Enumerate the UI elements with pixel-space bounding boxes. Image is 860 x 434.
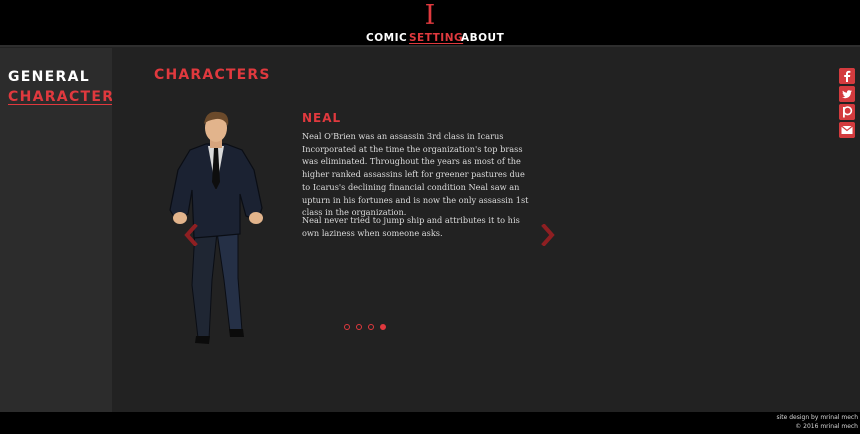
footer: site design by mrinal mech © 2016 mrinal… — [0, 412, 860, 434]
main-content: Characters Neal Neal O'Brien was an assa… — [112, 48, 834, 412]
nav-setting[interactable]: Setting — [409, 32, 463, 44]
sidebar-item-characters[interactable]: Characters — [8, 88, 126, 106]
prev-arrow-icon[interactable] — [184, 224, 198, 246]
copyright: © 2016 mrinal mech — [795, 423, 858, 430]
sidebar: General Characters — [0, 48, 124, 412]
site-logo[interactable]: I — [421, 2, 439, 30]
main-nav: Comic Setting About — [0, 32, 860, 44]
patreon-icon[interactable] — [839, 104, 855, 120]
carousel-dot[interactable] — [356, 324, 362, 330]
twitter-icon[interactable] — [839, 86, 855, 102]
facebook-icon[interactable] — [839, 68, 855, 84]
mail-icon[interactable] — [839, 122, 855, 138]
next-arrow-icon[interactable] — [541, 224, 555, 246]
character-name: Neal — [302, 111, 342, 125]
top-bar: I Comic Setting About — [0, 0, 860, 47]
site-credit: site design by mrinal mech — [776, 414, 859, 421]
character-bio-paragraph: Neal never tried to jump ship and attrib… — [302, 215, 520, 238]
carousel-dot-active[interactable] — [380, 324, 386, 330]
page-title: Characters — [154, 67, 271, 83]
character-bio-paragraph: Neal O'Brien was an assassin 3rd class i… — [302, 131, 529, 218]
carousel-indicators — [344, 324, 404, 332]
nav-about[interactable]: About — [461, 32, 504, 44]
nav-comic[interactable]: Comic — [366, 32, 407, 44]
sidebar-item-general[interactable]: General — [8, 68, 90, 86]
carousel-dot[interactable] — [344, 324, 350, 330]
character-illustration — [169, 111, 263, 344]
carousel-dot[interactable] — [368, 324, 374, 330]
